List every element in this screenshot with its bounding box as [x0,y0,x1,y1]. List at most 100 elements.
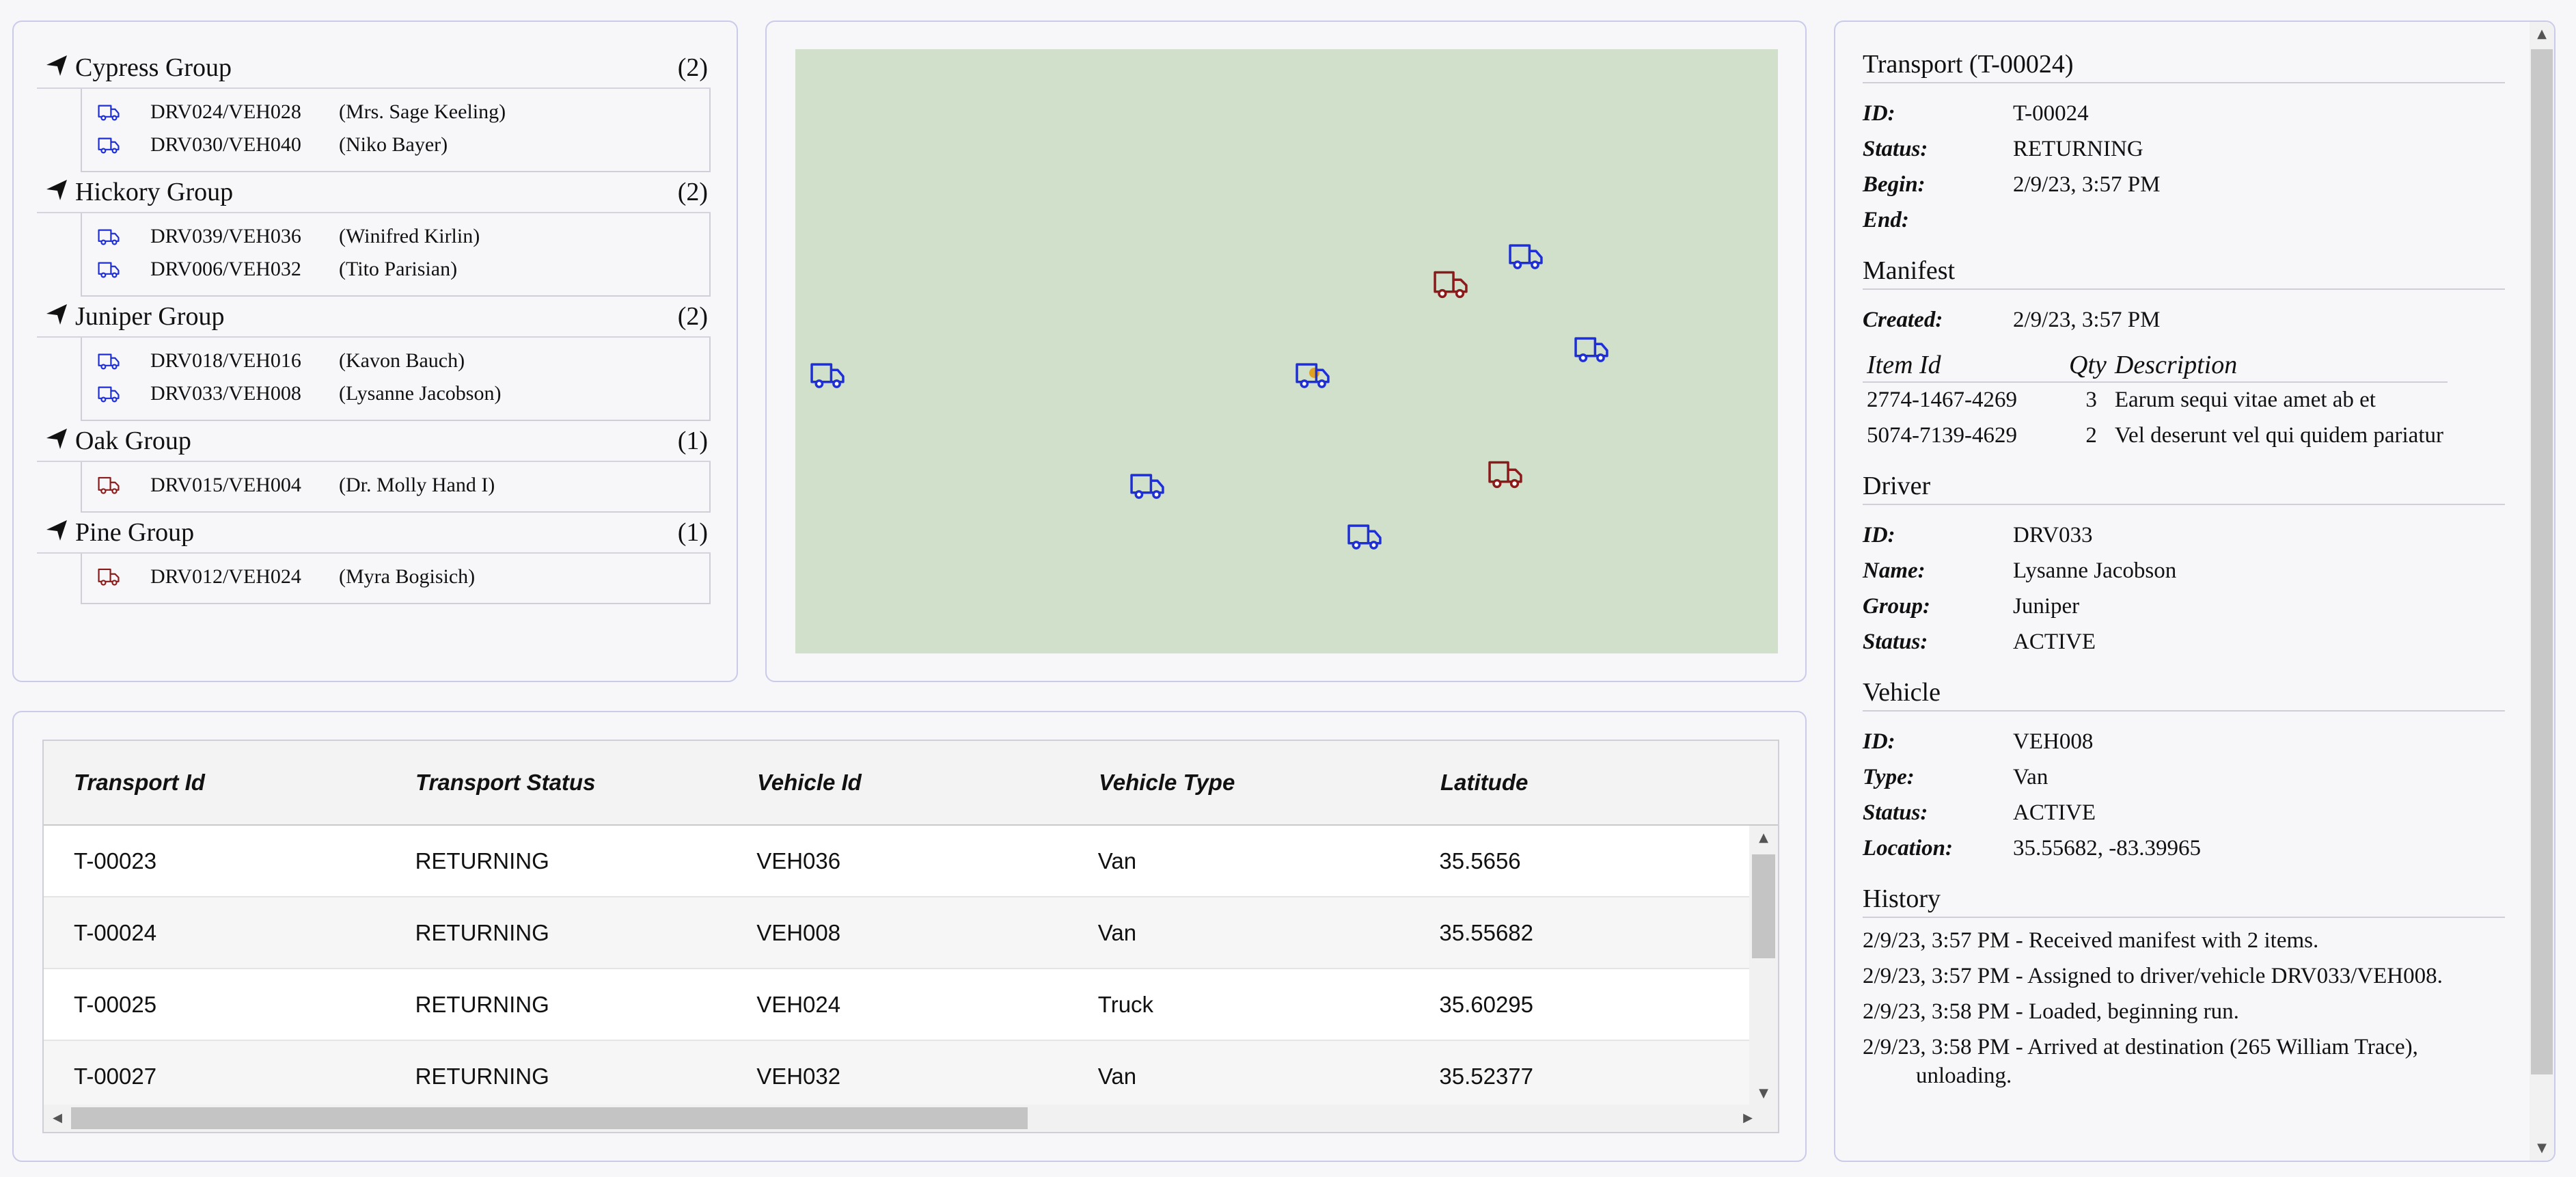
transport-id-cell: T-00025 [74,991,157,1017]
manifest-created: Created: 2/9/23, 3:57 PM [1863,302,2505,338]
group-header[interactable]: Oak Group (1) [37,421,711,462]
vehicle-id-cell: VEH036 [756,848,841,874]
table-row[interactable]: T-00024 RETURNING VEH008 Van 35.55682 [44,897,1751,969]
history-title: History [1863,884,2505,918]
driver-name: (Niko Bayer) [339,133,448,156]
column-header-vehicle-id[interactable]: Vehicle Id [727,770,1069,796]
van-icon [82,227,150,246]
transport-id-cell: T-00024 [74,919,157,945]
van-icon [82,384,150,403]
truck-marker[interactable] [1432,269,1469,299]
map[interactable] [795,49,1778,653]
vehicle-field: Location: 35.55682, -83.39965 [1863,830,2505,866]
group-header[interactable]: Cypress Group (2) [37,48,711,89]
grid-horizontal-scrollbar[interactable]: ◀ ▶ [44,1105,1778,1132]
collapse-arrow-icon[interactable] [37,47,75,88]
table-row[interactable]: T-00023 RETURNING VEH036 Van 35.5656 [44,826,1751,897]
vehicle-row[interactable]: DRV018/VEH016 (Kavon Bauch) [82,344,709,377]
vehicle-assignment-id: DRV018/VEH016 [150,349,301,372]
field-label: Status: [1863,629,1928,654]
field-label: Status: [1863,800,1928,825]
transport-field: Begin: 2/9/23, 3:57 PM [1863,167,2505,202]
vehicle-assignment-id: DRV015/VEH004 [150,474,301,496]
vehicle-assignment-id: DRV033/VEH008 [150,382,301,405]
table-row[interactable]: T-00027 RETURNING VEH032 Van 35.52377 [44,1041,1751,1113]
van-marker[interactable] [1346,521,1383,551]
field-value: Van [2013,764,2049,789]
grid-vertical-scrollbar[interactable]: ▲ ▼ [1749,826,1778,1106]
group-name: Oak Group [75,427,191,455]
group-header[interactable]: Pine Group (1) [37,513,711,554]
column-header-description: Description [2110,350,2448,383]
column-header-transport-id[interactable]: Transport Id [44,770,385,796]
scroll-up-arrow-icon[interactable]: ▲ [2530,22,2554,46]
group-vehicle-list: DRV024/VEH028 (Mrs. Sage Keeling) DRV030/V… [81,89,711,172]
group-vehicle-list: DRV018/VEH016 (Kavon Bauch) DRV033/VEH008 (… [81,338,711,421]
vehicle-row[interactable]: DRV024/VEH028 (Mrs. Sage Keeling) [82,96,709,128]
scroll-down-arrow-icon[interactable]: ▼ [1749,1081,1778,1106]
item-qty: 2 [2085,422,2097,448]
history-entry: 2/9/23, 3:57 PM - Assigned to driver/veh… [1863,964,2443,988]
detail-content: Transport (T-00024) ID: T-00024 Status: RET… [1863,49,2505,1108]
vehicle-row[interactable]: DRV012/VEH024 (Myra Bogisich) [82,560,709,593]
scroll-down-arrow-icon[interactable]: ▼ [2530,1136,2554,1161]
collapse-arrow-icon[interactable] [37,420,75,461]
field-label: ID: [1863,522,1895,547]
field-label: Type: [1863,764,1915,789]
group-name: Juniper Group [75,302,225,331]
column-header-latitude[interactable]: Latitude [1410,770,1752,796]
van-marker[interactable] [809,360,846,390]
vehicle-row[interactable]: DRV039/VEH036 (Winifred Kirlin) [82,220,709,253]
vehicle-id-cell: VEH024 [756,991,841,1017]
driver-title: Driver [1863,471,2505,505]
vehicle-type-cell: Truck [1097,991,1154,1017]
field-label: Begin: [1863,172,1926,197]
vehicle-type-cell: Van [1097,1063,1137,1089]
transport-field: ID: T-00024 [1863,96,2505,131]
group-name: Hickory Group [75,178,234,206]
table-row[interactable]: T-00025 RETURNING VEH024 Truck 35.60295 [44,969,1751,1041]
scrollbar-thumb[interactable] [1752,854,1775,958]
driver-field: Group: Juniper [1863,588,2505,624]
group: Hickory Group (2) DRV039/VEH036 (Winifred K… [37,172,711,297]
history-entry: 2/9/23, 3:58 PM - Loaded, beginning run. [1863,999,2239,1024]
field-value: RETURNING [2013,136,2143,161]
collapse-arrow-icon[interactable] [37,172,75,213]
detail-scrollbar[interactable]: ▲ ▼ [2530,22,2554,1161]
scrollbar-thumb[interactable] [2531,49,2553,1074]
group-list: Cypress Group (2) DRV024/VEH028 (Mrs. Sage … [37,48,711,604]
grid-header-row: Transport Id Transport Status Vehicle Id… [44,741,1778,826]
group-header[interactable]: Hickory Group (2) [37,172,711,213]
vehicle-assignment-id: DRV030/VEH040 [150,133,301,156]
scroll-up-arrow-icon[interactable]: ▲ [1749,826,1778,850]
van-marker[interactable] [1129,470,1166,500]
column-header-vehicle-type[interactable]: Vehicle Type [1069,770,1410,796]
van-marker[interactable] [1294,360,1331,390]
field-value: ACTIVE [2013,629,2096,654]
vehicle-title: Vehicle [1863,677,2505,712]
transport-status-cell: RETURNING [415,848,549,874]
transport-id-cell: T-00023 [74,848,157,874]
scroll-left-arrow-icon[interactable]: ◀ [44,1105,71,1132]
field-label: ID: [1863,729,1895,754]
van-marker[interactable] [1507,241,1544,271]
collapse-arrow-icon[interactable] [37,296,75,337]
scrollbar-thumb[interactable] [71,1107,1028,1129]
vehicle-row[interactable]: DRV006/VEH032 (Tito Parisian) [82,253,709,286]
scroll-right-arrow-icon[interactable]: ▶ [1734,1105,1762,1132]
van-marker[interactable] [1573,334,1610,364]
transport-detail-panel: Transport (T-00024) ID: T-00024 Status: RET… [1834,21,2556,1162]
column-header-item-id: Item Id [1863,350,2065,383]
group-name: Pine Group [75,518,195,547]
field-value: 2/9/23, 3:57 PM [2013,307,2161,332]
vehicle-row[interactable]: DRV015/VEH004 (Dr. Molly Hand I) [82,469,709,502]
column-header-transport-status[interactable]: Transport Status [385,770,727,796]
vehicle-row[interactable]: DRV030/VEH040 (Niko Bayer) [82,128,709,161]
vehicle-row[interactable]: DRV033/VEH008 (Lysanne Jacobson) [82,377,709,410]
history-entry: 2/9/23, 3:57 PM - Received manifest with… [1863,928,2319,953]
group-header[interactable]: Juniper Group (2) [37,297,711,338]
collapse-arrow-icon[interactable] [37,512,75,553]
item-description: Vel deserunt vel qui quidem pariatur [2114,422,2443,448]
driver-name: (Mrs. Sage Keeling) [339,100,506,123]
truck-marker[interactable] [1487,459,1524,489]
